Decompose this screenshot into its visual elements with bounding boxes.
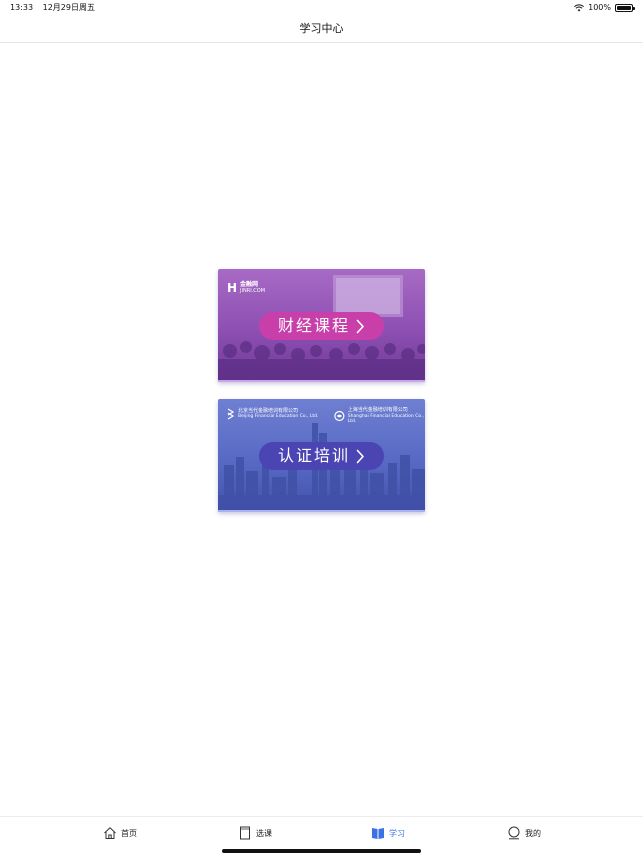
shanghai-logo-icon	[334, 411, 345, 422]
logo-sub: JINRI.COM	[240, 288, 266, 294]
finance-course-button[interactable]: 财经课程	[259, 312, 384, 340]
status-bar: 13:33 12月29日周五 100%	[0, 0, 643, 16]
nav-bar: 学习中心	[0, 16, 643, 43]
shanghai-company-en: Shanghai Financial Education Co., Ltd.	[347, 413, 424, 425]
wifi-icon	[574, 4, 585, 12]
chevron-right-icon	[356, 449, 364, 463]
status-date: 12月29日周五	[42, 3, 95, 12]
page-title: 学习中心	[299, 22, 344, 35]
shanghai-logo: 上海当代金融培训有限公司 Shanghai Financial Educatio…	[334, 407, 425, 425]
tab-profile[interactable]: 我的	[507, 826, 541, 840]
tab-courses[interactable]: 选课	[238, 826, 272, 840]
certification-training-label: 认证培训	[277, 446, 350, 465]
person-icon	[508, 826, 520, 840]
battery-percent: 100%	[588, 3, 611, 12]
status-right: 100%	[574, 0, 635, 16]
tab-study-label: 学习	[389, 828, 405, 838]
beijing-logo-icon	[227, 408, 235, 420]
open-book-icon	[372, 828, 384, 839]
certification-training-card[interactable]: 北京当代金融培训有限公司 Beijing Financial Education…	[218, 399, 425, 512]
status-left: 13:33 12月29日周五	[10, 0, 102, 16]
home-indicator[interactable]	[222, 849, 421, 853]
home-icon	[104, 827, 116, 839]
tab-home-label: 首页	[121, 828, 137, 838]
chevron-right-icon	[356, 319, 364, 333]
tab-profile-label: 我的	[525, 828, 541, 838]
status-time: 13:33	[10, 3, 34, 12]
certification-training-button[interactable]: 认证培训	[259, 442, 384, 470]
jinrong-logo: H 金融网 JINRI.COM	[227, 281, 265, 295]
finance-course-card[interactable]: H 金融网 JINRI.COM 财经课程	[218, 269, 425, 382]
course-cards: H 金融网 JINRI.COM 财经课程 北京当代金融培训有限公司 Beijin…	[218, 269, 425, 512]
finance-course-label: 财经课程	[277, 316, 350, 335]
beijing-company-en: Beijing Financial Education Co., Ltd.	[238, 414, 319, 419]
book-icon	[240, 826, 250, 840]
battery-icon	[615, 4, 635, 12]
logo-mark-icon: H	[227, 281, 238, 295]
tab-home[interactable]: 首页	[103, 826, 137, 840]
tab-courses-label: 选课	[256, 828, 272, 838]
beijing-logo: 北京当代金融培训有限公司 Beijing Financial Education…	[227, 408, 318, 420]
tab-study[interactable]: 学习	[371, 826, 405, 840]
